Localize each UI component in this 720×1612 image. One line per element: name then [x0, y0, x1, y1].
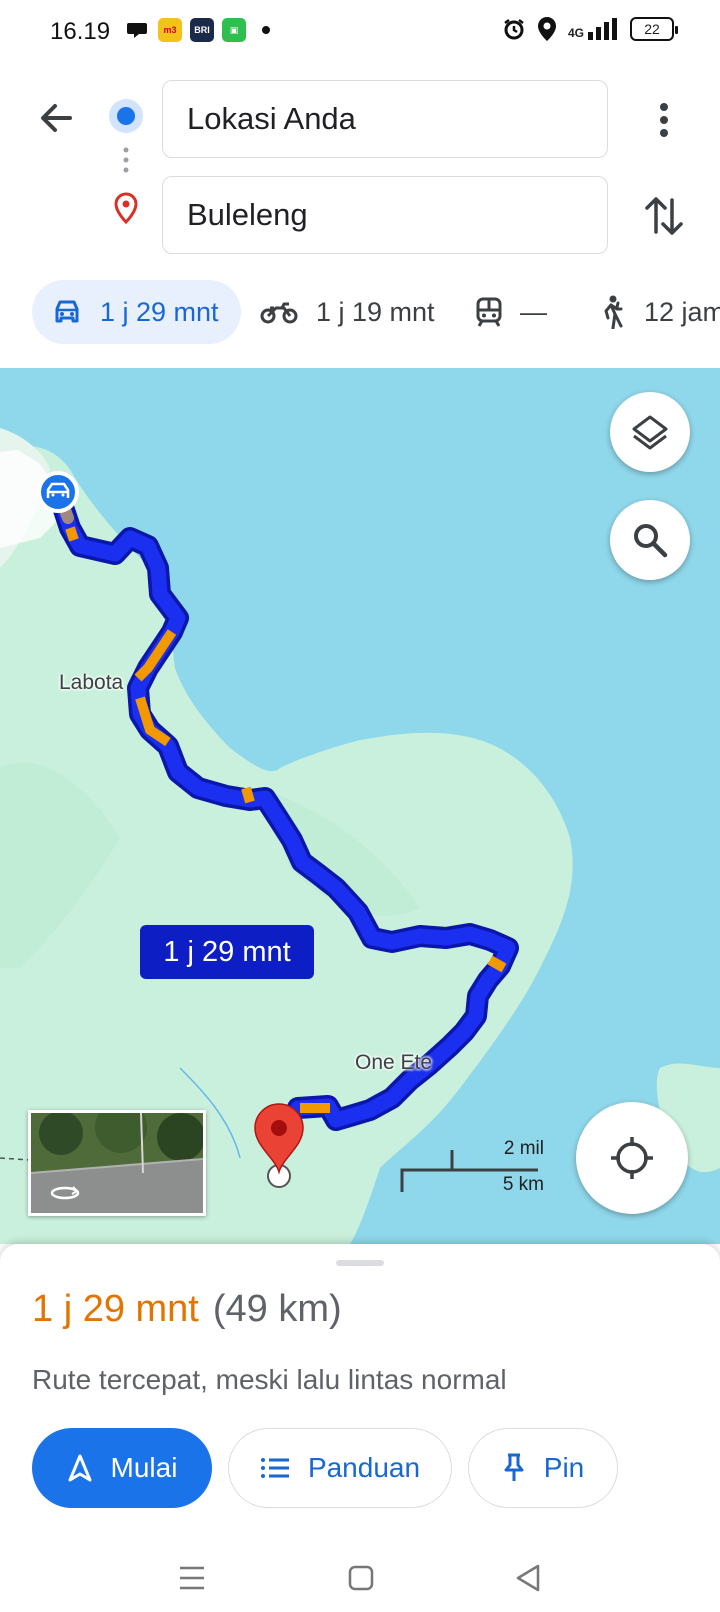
route-connector [109, 99, 143, 225]
route-time-callout[interactable]: 1 j 29 mnt [140, 925, 314, 979]
tab-transit[interactable]: — [476, 280, 547, 344]
walk-icon [604, 295, 623, 329]
pin-icon [504, 1453, 524, 1481]
notification-icons: m3 BRI ▣ [126, 18, 270, 42]
signal-icon: 4G [568, 18, 620, 40]
street-view-thumbnail[interactable] [28, 1110, 206, 1216]
swap-locations-button[interactable] [642, 192, 686, 240]
arrow-back-icon [41, 104, 72, 132]
menu-lines-icon [180, 1566, 204, 1590]
brimo-app-icon: BRI [190, 18, 214, 42]
traffic-segment-5 [487, 955, 507, 973]
origin-field[interactable]: Lokasi Anda [162, 80, 608, 158]
steps-label: Panduan [307, 1452, 421, 1483]
motorcycle-icon [260, 302, 298, 324]
map-scale: 2 mil 5 km [400, 1138, 550, 1218]
layers-button[interactable] [610, 392, 690, 472]
pin-label: Pin [543, 1452, 585, 1483]
place-label-labota: Labota [59, 671, 124, 694]
tab-transit-label: — [520, 296, 547, 327]
origin-car-marker[interactable] [37, 471, 79, 513]
my-location-icon [611, 1137, 653, 1179]
list-icon [260, 1458, 289, 1478]
back-nav-button[interactable] [508, 1560, 548, 1596]
status-time: 16.19 [50, 18, 111, 45]
start-navigation-button[interactable]: Mulai [32, 1428, 212, 1508]
system-icons: 4G 22 [502, 16, 678, 42]
tab-driving-label: 1 j 29 mnt [100, 296, 219, 327]
traffic-segment-1 [65, 526, 79, 542]
route-duration: 1 j 29 mnt [32, 1288, 199, 1330]
home-button[interactable] [340, 1560, 380, 1596]
battery-icon: 22 [630, 17, 678, 41]
layers-icon [632, 415, 668, 450]
chat-bubble-icon [127, 23, 147, 38]
back-triangle-icon [516, 1564, 540, 1592]
tab-motorcycle[interactable]: 1 j 19 mnt [260, 280, 435, 344]
my-location-button[interactable] [576, 1102, 688, 1214]
steps-button[interactable]: Panduan [228, 1428, 452, 1508]
more-options-button[interactable] [644, 100, 684, 140]
search-icon [634, 524, 668, 558]
swap-vert-icon [645, 197, 683, 235]
navigation-arrow-icon [68, 1454, 92, 1482]
destination-pin-icon [114, 192, 138, 225]
tab-walking-label: 12 jam [644, 296, 720, 327]
location-icon [537, 17, 556, 41]
place-label-one-ete: One Ete [355, 1051, 433, 1074]
start-label: Mulai [110, 1452, 178, 1483]
alarm-icon [504, 19, 524, 40]
destination-field[interactable]: Buleleng [162, 176, 608, 254]
route-distance: (49 km) [212, 1288, 342, 1330]
tab-walking[interactable]: 12 jam [600, 280, 720, 344]
route-summary: 1 j 29 mnt (49 km) [32, 1288, 342, 1331]
status-bar: 16.19 m3 BRI ▣ 4G 22 [0, 0, 720, 64]
system-nav-bar [0, 1540, 720, 1612]
map-view[interactable]: Labota One Ete 1 j 29 mnt 2 mil 5 km [0, 368, 720, 1244]
map-search-button[interactable] [610, 500, 690, 580]
pin-button[interactable]: Pin [468, 1428, 618, 1508]
home-square-icon [348, 1565, 374, 1591]
route-description: Rute tercepat, meski lalu lintas normal [32, 1364, 507, 1395]
tab-motorcycle-label: 1 j 19 mnt [316, 296, 435, 327]
traffic-segment-4 [241, 786, 255, 804]
sheet-drag-handle[interactable] [336, 1260, 384, 1266]
train-icon [476, 297, 502, 327]
tab-driving[interactable]: 1 j 29 mnt [32, 280, 241, 344]
travel-mode-tabs: 1 j 29 mnt 1 j 19 mnt — 12 jam [32, 280, 720, 344]
recent-apps-button[interactable] [172, 1560, 212, 1596]
back-button[interactable] [34, 96, 78, 140]
more-vert-icon [660, 103, 668, 137]
shop-app-icon: ▣ [222, 18, 246, 42]
m3-app-icon: m3 [158, 18, 182, 42]
car-icon [55, 300, 79, 323]
more-notifications-dot [262, 26, 270, 34]
